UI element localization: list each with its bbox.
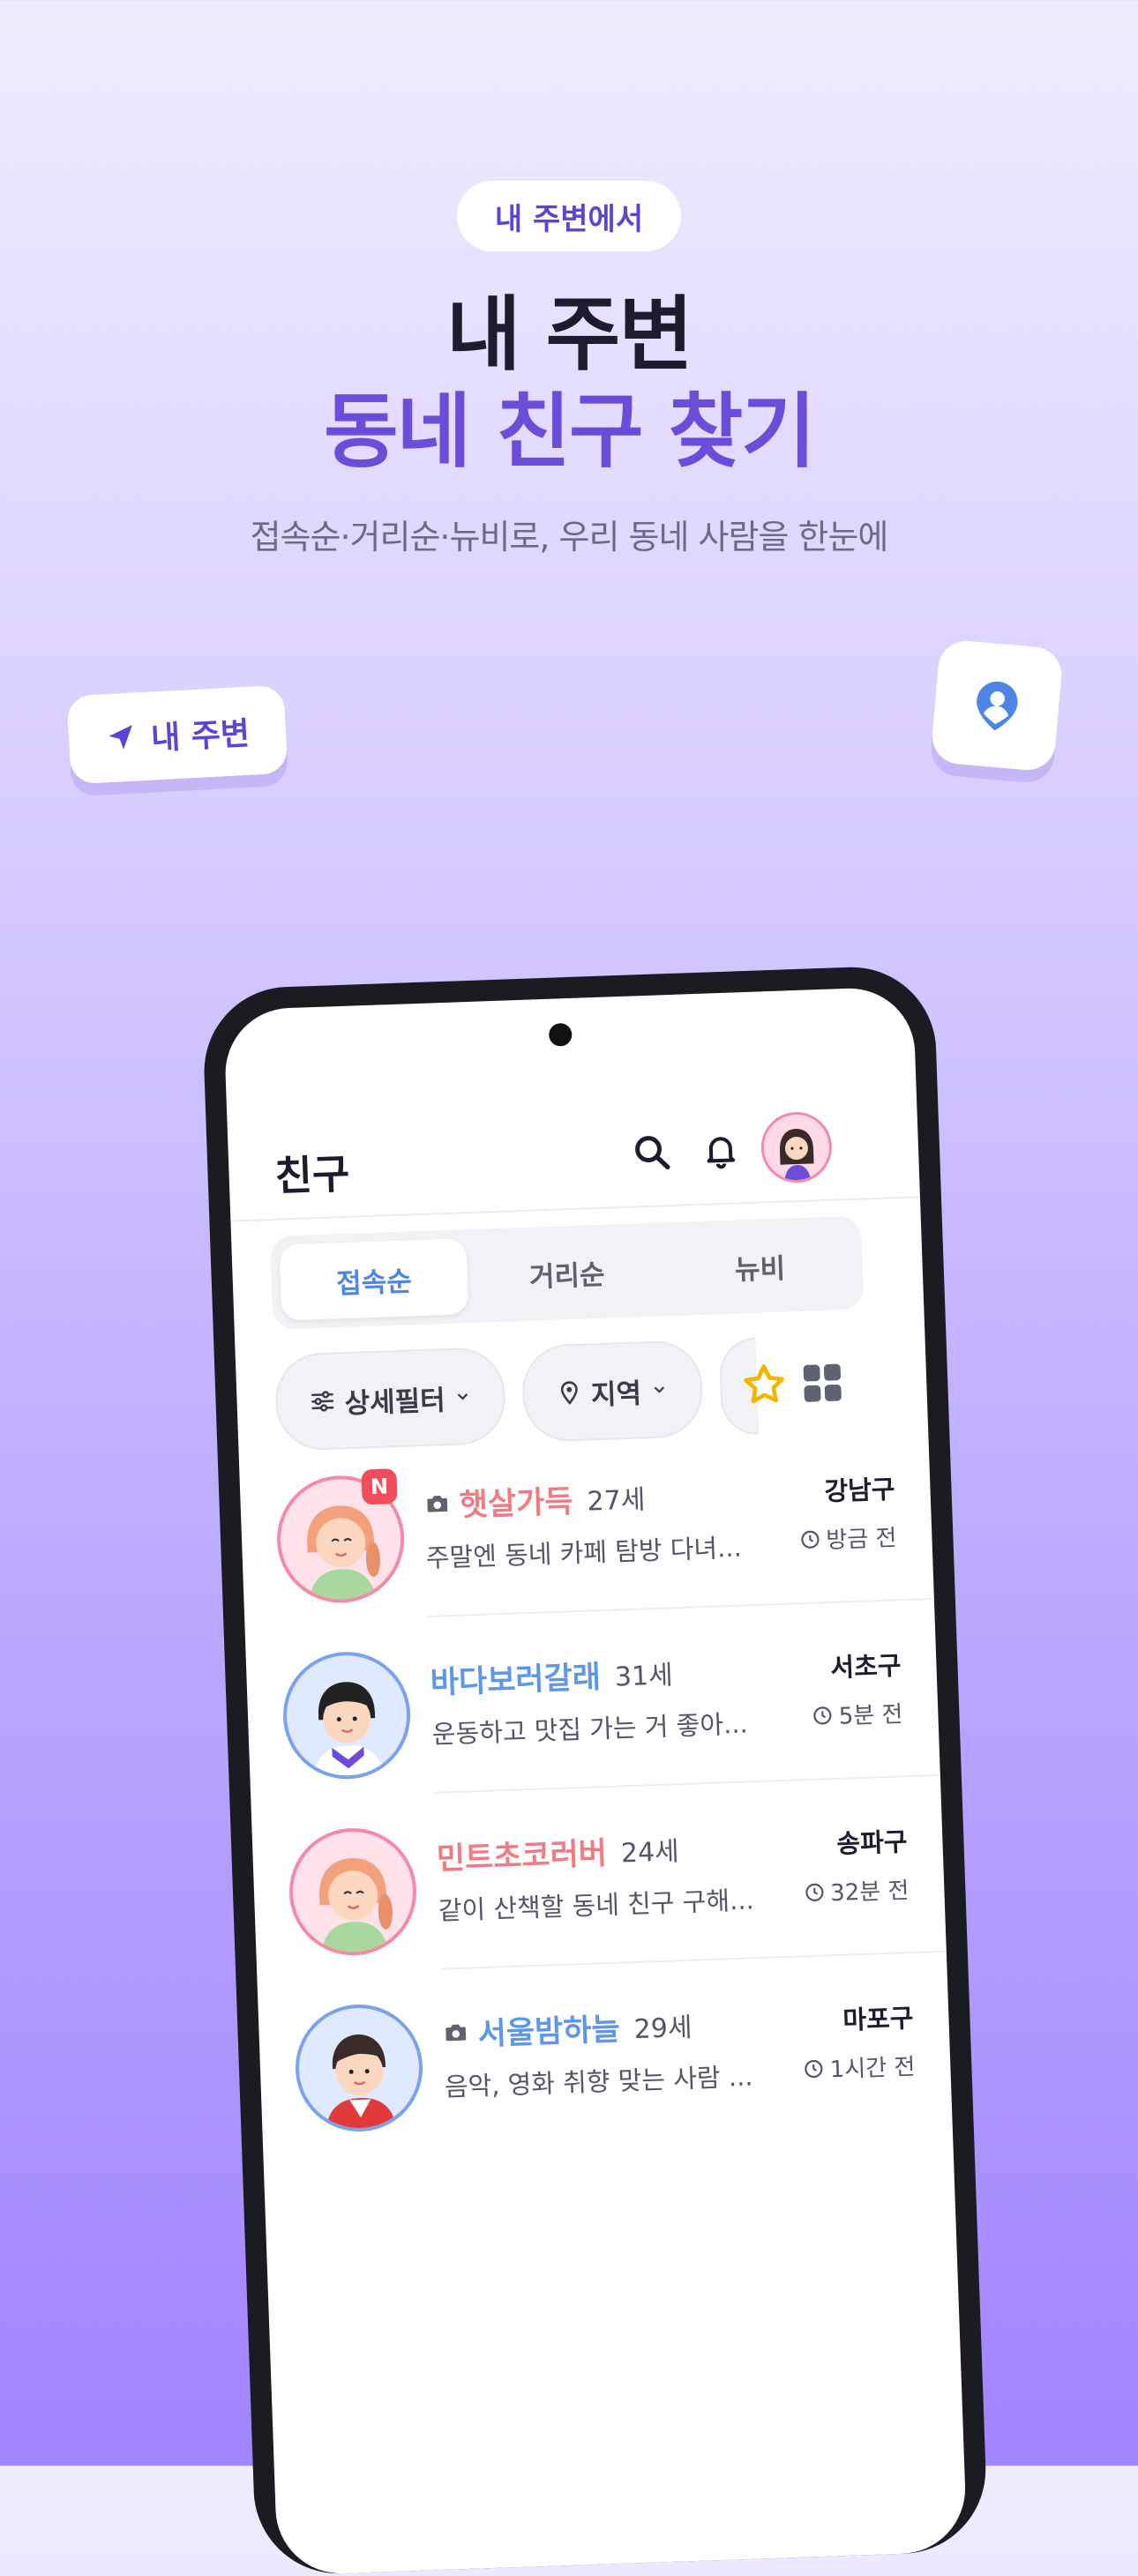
friend-avatar (287, 1826, 419, 1958)
nearby-chip: 내 주변 (66, 684, 288, 785)
tab-connection-order[interactable]: 접속순 (279, 1238, 469, 1321)
friend-time: 1시간 전 (803, 2049, 916, 2085)
friend-nickname-group: 민트초코러버 24세 (436, 1826, 680, 1879)
location-person-icon (977, 681, 1018, 731)
new-badge: N (361, 1468, 398, 1505)
friend-nickname-group: 바다보러갈래 31세 (430, 1649, 674, 1703)
row-divider (440, 1950, 962, 1970)
chevron-down-icon (654, 1386, 664, 1393)
friend-age: 31세 (614, 1659, 674, 1693)
grid-view-icon[interactable] (797, 1357, 848, 1408)
friend-nickname-group: 서울밤하늘 29세 (442, 2002, 693, 2056)
friend-nickname: 햇살가득 (459, 1484, 574, 1524)
friend-nickname: 민트초코러버 (436, 1836, 608, 1878)
row-divider (428, 1597, 950, 1617)
friend-region: 강남구 (823, 1474, 896, 1507)
search-icon[interactable] (626, 1127, 678, 1178)
nearby-chip-label: 내 주변 (150, 715, 251, 758)
sort-segmented-control: 접속순 거리순 뉴비 (270, 1215, 865, 1330)
location-chip (930, 638, 1064, 773)
clock-icon (813, 1706, 832, 1724)
friend-region: 서초구 (829, 1650, 902, 1684)
region-filter-label: 지역 (590, 1377, 642, 1411)
friend-region: 송파구 (835, 1826, 909, 1859)
camera-icon (427, 1495, 448, 1512)
friend-message: 음악, 영화 취향 맞는 사람 ... (444, 2061, 753, 2102)
region-filter-button[interactable]: 지역 (520, 1339, 705, 1444)
sliders-icon (311, 1391, 334, 1412)
map-pin-icon (561, 1381, 579, 1405)
friend-region: 마포구 (842, 2003, 915, 2035)
hero-title-line1: 내 주변 (446, 287, 693, 382)
friend-time-label: 32분 전 (829, 1878, 910, 1908)
front-camera (548, 1022, 573, 1047)
friend-time-label: 5분 전 (838, 1701, 903, 1730)
clock-icon (801, 1530, 820, 1549)
friend-message: 운동하고 맛집 가는 거 좋아... (431, 1708, 749, 1750)
friend-time: 방금 전 (799, 1519, 897, 1556)
tab-newbie[interactable]: 뉴비 (665, 1225, 855, 1307)
phone-screen: 친구 접속순 거리순 뉴비 상세필터 지역 N 햇살가득 27세 주말엔 동네 … (223, 986, 968, 2576)
detail-filter-button[interactable]: 상세필터 (273, 1346, 507, 1452)
chevron-down-icon (457, 1393, 468, 1400)
clock-icon (805, 2059, 823, 2078)
phone-mockup: 친구 접속순 거리순 뉴비 상세필터 지역 N 햇살가득 27세 주말엔 동네 … (201, 964, 989, 2576)
clock-icon (805, 1883, 824, 1901)
bell-icon[interactable] (695, 1124, 746, 1176)
camera-icon (445, 2024, 467, 2041)
page-title: 친구 (273, 1149, 351, 1200)
profile-avatar[interactable] (760, 1110, 834, 1184)
friend-age: 29세 (633, 2012, 693, 2045)
star-icon[interactable] (738, 1360, 790, 1411)
friend-time: 32분 전 (804, 1872, 910, 1908)
friend-time: 5분 전 (812, 1696, 903, 1732)
friend-row[interactable]: 바다보러갈래 31세 운동하고 맛집 가는 거 좋아... 서초구 5분 전 (281, 1627, 956, 1799)
friend-row[interactable]: 서울밤하늘 29세 음악, 영화 취향 맞는 사람 ... 마포구 1시간 전 (293, 1979, 932, 2151)
friend-nickname: 바다보러갈래 (430, 1660, 602, 1701)
friend-avatar (293, 2002, 425, 2134)
hero-title-line2: 동네 친구 찾기 (324, 385, 816, 479)
tab-distance-order[interactable]: 거리순 (472, 1232, 662, 1314)
friend-time-label: 방금 전 (825, 1525, 897, 1555)
friend-nickname: 서울밤하늘 (477, 2012, 621, 2053)
hero-pill: 내 주변에서 (457, 181, 681, 251)
friend-age: 27세 (586, 1483, 646, 1518)
friend-row[interactable]: N 햇살가득 27세 주말엔 동네 카페 탐방 다녀... 강남구 방금 전 (274, 1451, 950, 1623)
friend-nickname-group: 햇살가득 27세 (423, 1474, 646, 1527)
friend-message: 같이 산책할 동네 친구 구해... (438, 1885, 755, 1926)
hero-subtitle: 접속순·거리순·뉴비로, 우리 동네 사람을 한눈에 (250, 518, 889, 556)
friend-time-label: 1시간 전 (829, 2053, 916, 2084)
row-divider (434, 1773, 956, 1794)
friend-message: 주말엔 동네 카페 탐방 다녀... (425, 1532, 743, 1573)
navigation-arrow-icon (109, 725, 132, 750)
friend-row[interactable]: 민트초코러버 24세 같이 산책할 동네 친구 구해... 송파구 32분 전 (287, 1803, 962, 1975)
detail-filter-label: 상세필터 (344, 1384, 446, 1420)
friend-age: 24세 (620, 1835, 680, 1869)
friend-avatar (281, 1649, 413, 1781)
